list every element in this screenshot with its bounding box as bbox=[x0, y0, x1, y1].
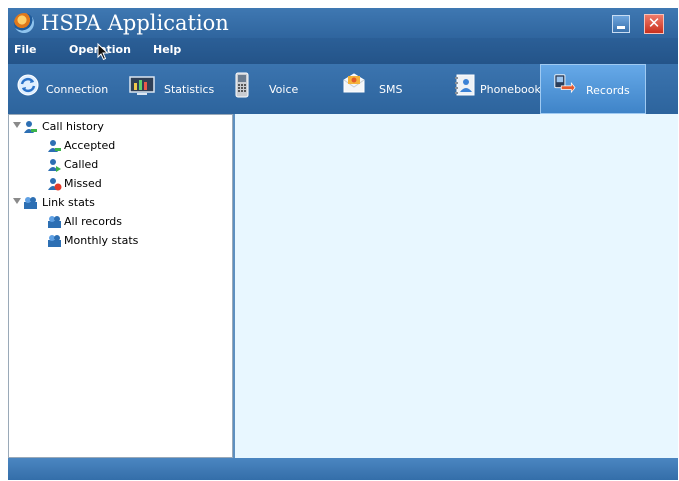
tool-label: Phonebook bbox=[480, 83, 541, 96]
link-stats-icon bbox=[24, 197, 37, 209]
tree-node-monthly-stats[interactable]: Monthly stats bbox=[47, 232, 207, 250]
records-icon bbox=[554, 74, 576, 94]
records-tree[interactable]: Call history Accepted Called Missed Link… bbox=[8, 114, 233, 458]
accepted-call-icon bbox=[48, 140, 61, 152]
tree-label: Called bbox=[64, 158, 99, 171]
close-icon: ✕ bbox=[647, 14, 661, 32]
tree-label: Missed bbox=[64, 177, 102, 190]
tool-label: Statistics bbox=[164, 83, 215, 96]
tree-node-link-stats[interactable]: Link stats bbox=[13, 194, 213, 212]
tool-sms[interactable]: SMS bbox=[328, 64, 448, 114]
tree-label: Link stats bbox=[42, 196, 95, 209]
called-icon bbox=[48, 159, 61, 172]
tool-statistics[interactable]: Statistics bbox=[120, 64, 228, 114]
missed-call-icon bbox=[48, 178, 62, 191]
voice-icon bbox=[235, 72, 249, 98]
tree-node-all-records[interactable]: All records bbox=[47, 213, 207, 231]
tool-label: Connection bbox=[46, 83, 109, 96]
tree-label: All records bbox=[64, 215, 123, 228]
minimize-button[interactable] bbox=[612, 15, 630, 33]
tree-label: Call history bbox=[42, 120, 104, 133]
title-bar[interactable]: HSPA Application ✕ bbox=[8, 8, 678, 38]
tool-phonebook[interactable]: Phonebook bbox=[448, 64, 541, 114]
tool-connection[interactable]: Connection bbox=[8, 64, 120, 114]
tree-node-called[interactable]: Called bbox=[47, 156, 207, 174]
tree-node-accepted[interactable]: Accepted bbox=[47, 137, 207, 155]
app-logo-icon bbox=[14, 13, 34, 33]
tree-label: Accepted bbox=[64, 139, 116, 152]
minimize-icon bbox=[617, 26, 625, 29]
tree-node-missed[interactable]: Missed bbox=[47, 175, 207, 193]
menu-help[interactable]: Help bbox=[153, 43, 181, 56]
tool-label: Voice bbox=[269, 83, 299, 96]
phonebook-icon bbox=[455, 74, 475, 96]
window-title: HSPA Application bbox=[41, 11, 229, 35]
statistics-icon bbox=[129, 76, 155, 95]
tree-label: Monthly stats bbox=[64, 234, 139, 247]
tool-label: SMS bbox=[379, 83, 403, 96]
close-button[interactable]: ✕ bbox=[644, 14, 664, 34]
toolbar: Connection Statistics Voice SMS Phoneboo… bbox=[8, 64, 678, 114]
all-records-icon bbox=[48, 216, 61, 228]
app-window: HSPA Application ✕ File Operation Help C… bbox=[8, 8, 678, 480]
tool-voice[interactable]: Voice bbox=[228, 64, 328, 114]
monthly-stats-icon bbox=[48, 235, 61, 247]
tool-records[interactable]: Records bbox=[540, 64, 646, 114]
tool-label: Records bbox=[586, 84, 630, 97]
status-bar bbox=[8, 458, 678, 480]
records-content-area[interactable] bbox=[235, 114, 678, 458]
expand-arrow-icon[interactable] bbox=[13, 198, 21, 204]
tree-node-call-history[interactable]: Call history bbox=[13, 118, 213, 136]
expand-arrow-icon[interactable] bbox=[13, 122, 21, 128]
sms-icon bbox=[343, 73, 365, 93]
call-history-icon bbox=[24, 121, 37, 133]
menu-file[interactable]: File bbox=[14, 43, 37, 56]
connection-icon bbox=[17, 74, 39, 96]
